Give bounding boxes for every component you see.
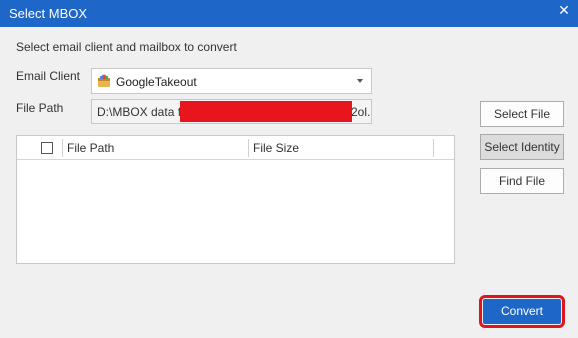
file-table[interactable]: File Path File Size xyxy=(16,135,455,264)
email-client-value: GoogleTakeout xyxy=(116,75,197,89)
redaction-bar xyxy=(180,101,352,122)
column-file-size[interactable]: File Size xyxy=(253,141,299,155)
convert-button[interactable]: Convert xyxy=(483,299,561,324)
instruction-text: Select email client and mailbox to conve… xyxy=(16,40,237,54)
column-file-path[interactable]: File Path xyxy=(67,141,114,155)
close-icon[interactable]: ✕ xyxy=(556,2,572,18)
file-path-value-start: D:\MBOX data file xyxy=(97,105,194,119)
email-client-label: Email Client xyxy=(16,69,81,83)
select-identity-button[interactable]: Select Identity xyxy=(480,134,564,160)
column-divider xyxy=(62,139,63,157)
column-divider xyxy=(433,139,434,157)
email-client-dropdown[interactable]: GoogleTakeout xyxy=(91,68,372,94)
google-takeout-icon xyxy=(97,74,111,88)
title-bar: Select MBOX ✕ xyxy=(0,0,578,27)
window-title: Select MBOX xyxy=(9,6,88,21)
column-divider xyxy=(248,139,249,157)
file-path-field[interactable]: D:\MBOX data file 2ol.( xyxy=(91,99,372,124)
select-all-checkbox[interactable] xyxy=(41,142,53,154)
file-path-value-end: 2ol.( xyxy=(351,105,371,119)
select-file-button[interactable]: Select File xyxy=(480,101,564,127)
find-file-button[interactable]: Find File xyxy=(480,168,564,194)
file-path-label: File Path xyxy=(16,101,64,115)
table-header: File Path File Size xyxy=(17,136,454,160)
chevron-down-icon[interactable] xyxy=(357,79,363,83)
